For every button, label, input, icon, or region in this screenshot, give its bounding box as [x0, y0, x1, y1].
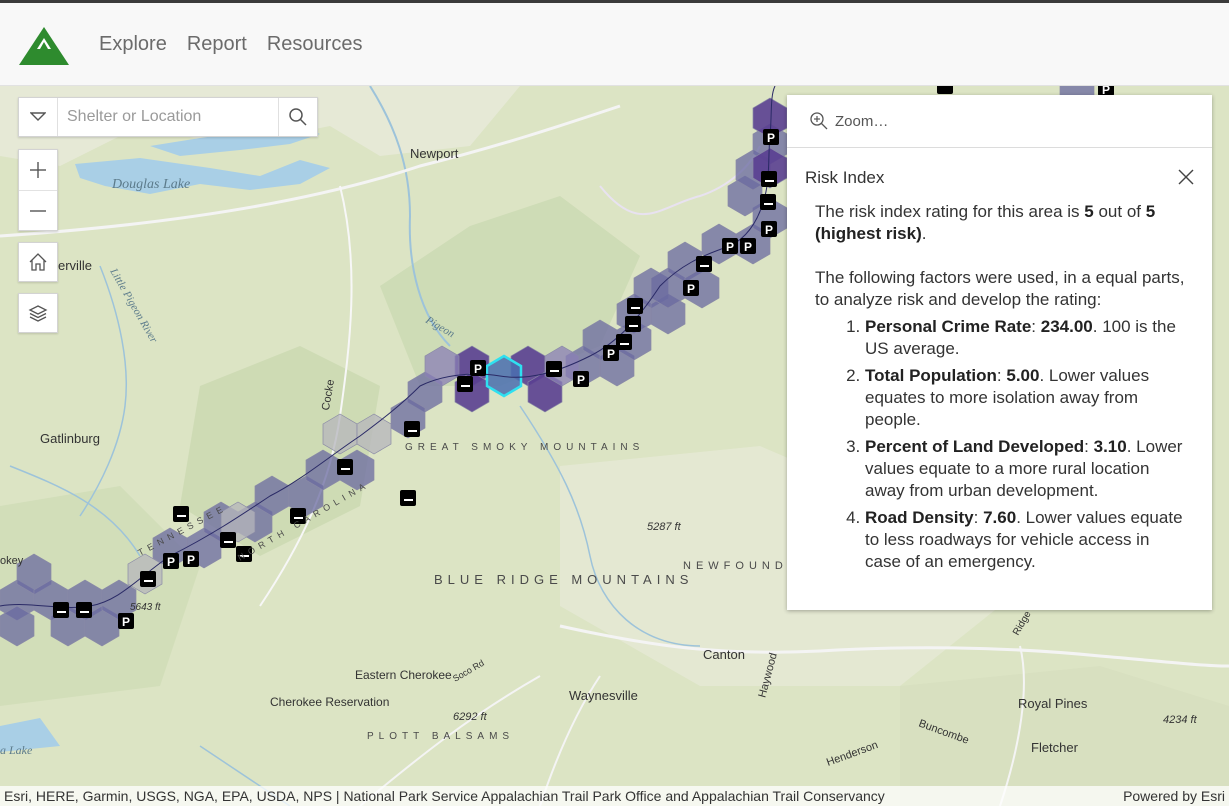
search-source-dropdown[interactable]: [19, 98, 58, 136]
label-newport: Newport: [410, 146, 459, 161]
map-attribution: Esri, HERE, Garmin, USGS, NGA, EPA, USDA…: [0, 786, 1229, 806]
home-icon: [29, 253, 47, 271]
chevron-down-icon: [30, 112, 46, 121]
map-view[interactable]: P P P P P P P P P P P P Newport Douglas …: [0, 86, 1229, 806]
label-canton: Canton: [703, 647, 745, 662]
svg-text:P: P: [167, 555, 175, 569]
attribution-sources[interactable]: Esri, HERE, Garmin, USGS, NGA, EPA, USDA…: [4, 788, 885, 804]
plus-icon: [30, 162, 46, 178]
factor-item: Personal Crime Rate: 234.00. 100 is the …: [865, 316, 1187, 360]
label-great-smoky: GREAT SMOKY MOUNTAINS: [405, 442, 644, 453]
label-plott-balsams: PLOTT BALSAMS: [367, 731, 514, 742]
svg-text:P: P: [474, 362, 482, 376]
popup-content: The risk index rating for this area is 5…: [815, 201, 1187, 578]
svg-text:P: P: [687, 282, 695, 296]
label-waynesville: Waynesville: [569, 688, 638, 703]
close-icon[interactable]: [1176, 167, 1196, 187]
mountain-logo-icon[interactable]: [18, 25, 70, 65]
label-blue-ridge: BLUE RIDGE MOUNTAINS: [434, 572, 693, 587]
label-lake: a Lake: [0, 743, 33, 757]
svg-text:P: P: [726, 240, 734, 254]
svg-text:P: P: [744, 240, 752, 254]
zoom-control: [18, 149, 58, 231]
label-cherokee-res: Cherokee Reservation: [270, 695, 389, 709]
app-header: Explore Report Resources: [0, 3, 1229, 86]
label-douglas-lake: Douglas Lake: [111, 177, 190, 192]
label-royal-pines: Royal Pines: [1018, 696, 1088, 711]
layers-icon: [28, 305, 48, 322]
layers-button[interactable]: [18, 293, 58, 333]
svg-text:P: P: [577, 373, 585, 387]
svg-text:P: P: [765, 223, 773, 237]
main-nav: Explore Report Resources: [99, 33, 362, 56]
popup-title: Risk Index: [805, 168, 885, 187]
label-newfound: NEWFOUND: [683, 560, 788, 572]
label-elev-4234: 4234 ft: [1163, 714, 1198, 726]
label-elev-6292: 6292 ft: [453, 711, 488, 723]
factor-item: Road Density: 7.60. Lower values equate …: [865, 507, 1187, 573]
risk-index-popup: Zoom… Risk Index The risk index rating f…: [787, 95, 1212, 610]
factor-item: Total Population: 5.00. Lower values equ…: [865, 365, 1187, 431]
zoom-in-icon: [810, 112, 828, 130]
zoom-in-button[interactable]: [19, 150, 57, 190]
label-okey: okey: [0, 555, 24, 567]
svg-text:P: P: [187, 553, 195, 567]
zoom-out-button[interactable]: [19, 190, 57, 230]
search-input[interactable]: [58, 98, 278, 136]
nav-resources[interactable]: Resources: [267, 33, 363, 56]
nav-report[interactable]: Report: [187, 33, 247, 56]
label-elev-5287: 5287 ft: [647, 521, 682, 533]
label-erville: erville: [58, 258, 92, 273]
search-button[interactable]: [278, 98, 317, 136]
zoom-to-action[interactable]: Zoom…: [787, 95, 1212, 148]
nav-explore[interactable]: Explore: [99, 33, 167, 56]
factor-item: Percent of Land Developed: 3.10. Lower v…: [865, 436, 1187, 502]
search-icon: [289, 108, 307, 126]
search-widget: [18, 97, 318, 137]
zoom-label: Zoom…: [835, 112, 889, 130]
minus-icon: [30, 209, 46, 212]
rating-value: 5: [1084, 202, 1094, 221]
factors-intro: The following factors were used, in a eq…: [815, 268, 1185, 309]
label-gatlinburg: Gatlinburg: [40, 431, 100, 446]
label-elev-5643: 5643 ft: [130, 602, 162, 613]
rating-text: The risk index rating for this area is 5…: [815, 202, 1156, 243]
label-fletcher: Fletcher: [1031, 740, 1079, 755]
powered-by[interactable]: Powered by Esri: [1123, 786, 1225, 806]
svg-text:P: P: [607, 347, 615, 361]
home-button[interactable]: [18, 242, 58, 282]
svg-text:P: P: [767, 131, 775, 145]
factor-list: Personal Crime Rate: 234.00. 100 is the …: [865, 316, 1187, 573]
label-eastern-cherokee: Eastern Cherokee: [355, 668, 452, 682]
svg-text:P: P: [122, 615, 130, 629]
